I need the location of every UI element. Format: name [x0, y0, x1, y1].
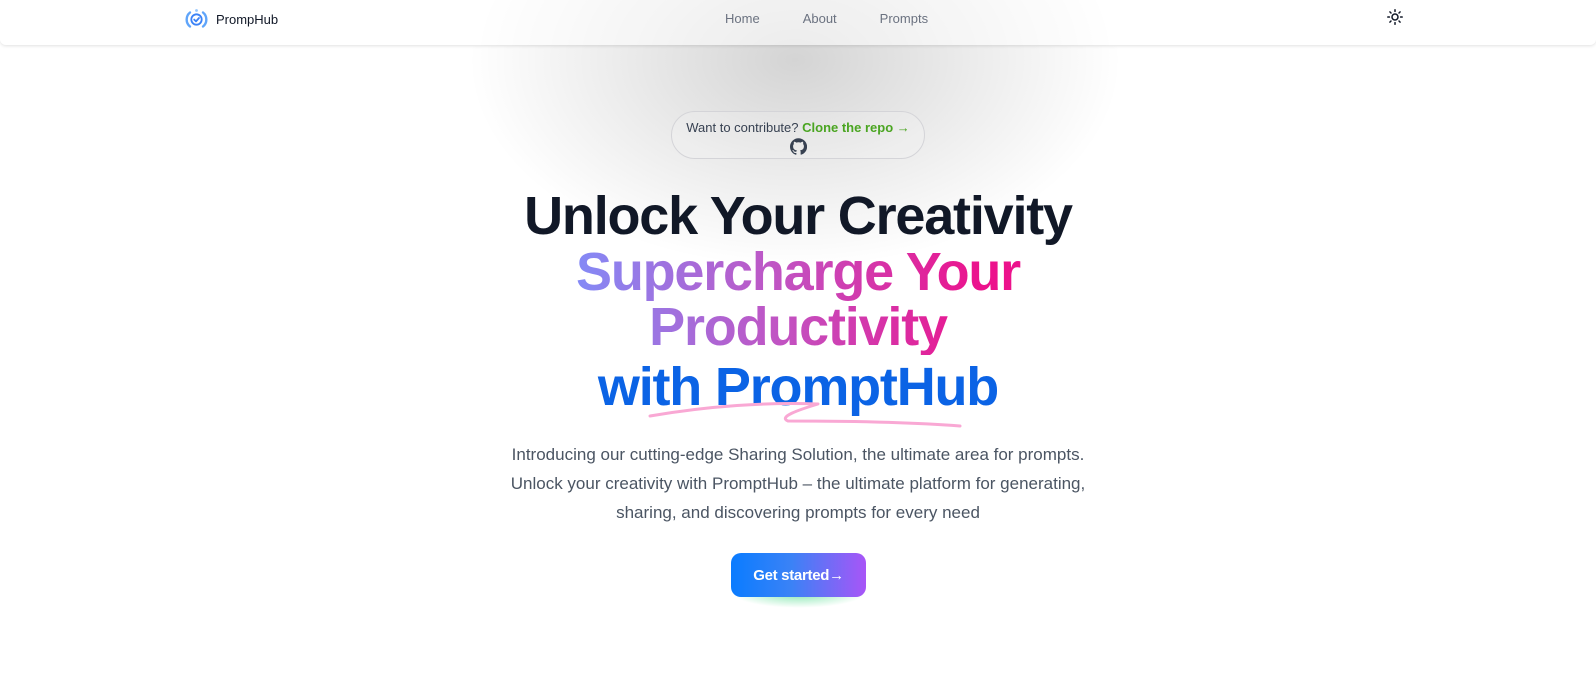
nav-link-prompts[interactable]: Prompts — [880, 11, 928, 26]
main-nav: Home About Prompts — [725, 11, 971, 26]
nav-link-home[interactable]: Home — [725, 11, 760, 26]
brand-name: PrompHub — [216, 11, 279, 27]
clone-repo-link[interactable]: Clone the repo → — [802, 120, 910, 135]
contribute-pill: Want to contribute? Clone the repo → — [671, 111, 925, 159]
top-navbar: PrompHub Home About Prompts — [0, 0, 1596, 45]
headline-line-3: with PromptHub — [597, 357, 999, 417]
headline-gradient-text: Supercharge Your Productivity — [568, 245, 1028, 355]
hero-headline: Unlock Your Creativity Supercharge Your … — [0, 186, 1596, 428]
github-icon[interactable] — [789, 138, 807, 155]
subtitle-line-2: Unlock your creativity with PromptHub – … — [510, 474, 1086, 493]
headline-line-1: Unlock Your Creativity — [524, 186, 1073, 246]
brand-link[interactable]: PrompHub — [184, 6, 278, 32]
get-started-button[interactable]: Get started→ — [731, 553, 866, 597]
page: PrompHub Home About Prompts Want to cont… — [0, 0, 1596, 680]
refresh-check-icon — [184, 7, 209, 32]
subtitle-line-1: Introducing our cutting-edge Sharing Sol… — [511, 445, 1085, 464]
subtitle-line-3: sharing, and discovering prompts for eve… — [616, 503, 980, 522]
headline-brand-line: with PromptHub — [597, 355, 999, 428]
hero-subtitle: Introducing our cutting-edge Sharing Sol… — [0, 440, 1596, 527]
contribute-prompt: Want to contribute? — [686, 120, 799, 135]
nav-link-about[interactable]: About — [803, 11, 837, 26]
sun-icon — [1387, 8, 1403, 30]
theme-toggle-button[interactable] — [1385, 8, 1405, 30]
